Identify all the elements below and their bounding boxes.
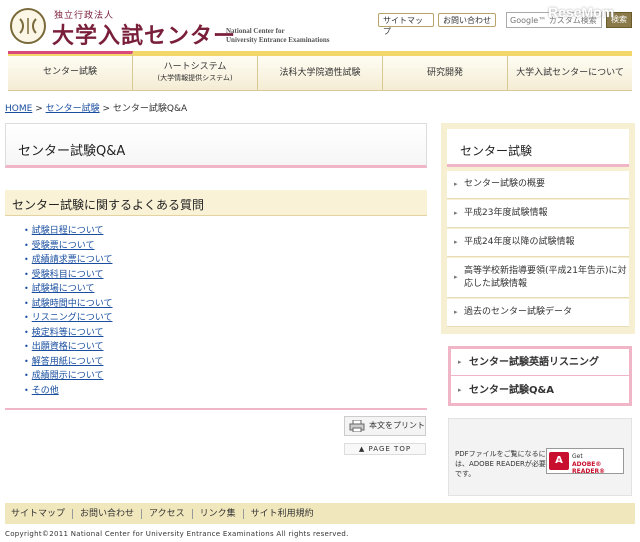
sidebar-item-label: 平成24年度以降の試験情報 — [464, 237, 575, 247]
featured-link-listening[interactable]: センター試験英語リスニング — [451, 349, 629, 376]
qa-link[interactable]: 試験時間中について — [32, 299, 113, 309]
logo-seal-icon[interactable] — [10, 8, 46, 44]
list-item: 解答用紙について — [24, 355, 112, 370]
footer-link-links[interactable]: リンク集 — [193, 508, 244, 519]
featured-links-box: センター試験英語リスニング センター試験Q&A — [448, 346, 632, 406]
sidebar-title-box: センター試験 — [447, 129, 629, 167]
gnav-sublabel: (大学情報提供システム) — [157, 74, 233, 82]
copyright-text: Copyright©2011 National Center for Unive… — [5, 530, 349, 538]
breadcrumb-separator: > — [35, 104, 43, 114]
qa-link[interactable]: リスニングについて — [32, 313, 113, 323]
list-item: 成績請求票について — [24, 253, 113, 268]
reader-label-text: ADOBE® READER® — [572, 461, 606, 475]
global-nav: センター試験 ハートシステム (大学情報提供システム) 法科大学院適性試験 研究… — [8, 51, 632, 91]
reader-get-text: Get — [572, 453, 583, 460]
sidebar-item-overview[interactable]: センター試験の概要 — [447, 171, 629, 199]
footer-link-sitemap[interactable]: サイトマップ — [11, 508, 74, 519]
sidebar-item-label: 平成23年度試験情報 — [464, 208, 548, 218]
qa-link[interactable]: 検定料等について — [32, 328, 104, 338]
adobe-reader-icon: A — [549, 452, 569, 470]
breadcrumb-home-link[interactable]: HOME — [5, 104, 32, 114]
qa-link[interactable]: 解答用紙について — [32, 357, 104, 367]
qa-link[interactable]: 受験科目について — [32, 270, 104, 280]
list-item: 検定料等について — [24, 326, 112, 341]
gnav-label: 大学入試センターについて — [516, 67, 624, 78]
featured-link-qa[interactable]: センター試験Q&A — [451, 377, 629, 404]
qa-link-list: 試験日程について 受験票について 成績請求票について 受験科目について 試験場に… — [24, 224, 113, 399]
printer-icon — [349, 420, 365, 432]
contact-button[interactable]: お問い合わせ — [438, 13, 496, 27]
list-item: 試験日程について — [24, 224, 112, 239]
gnav-research[interactable]: 研究開発 — [383, 56, 508, 90]
gnav-law-school-test[interactable]: 法科大学院適性試験 — [258, 56, 383, 90]
sitemap-button[interactable]: サイトマップ — [378, 13, 434, 36]
qa-link[interactable]: 成績請求票について — [32, 255, 113, 265]
gnav-about[interactable]: 大学入試センターについて — [508, 56, 632, 90]
sidebar-title: センター試験 — [460, 144, 533, 158]
footer-link-access[interactable]: アクセス — [142, 508, 193, 519]
gnav-label: センター試験 — [42, 66, 97, 77]
get-adobe-reader-badge[interactable]: A Get ADOBE® READER® — [546, 448, 624, 475]
pdf-notice-box: PDFファイルをご覧になるには、ADOBE READERが必要です。 A Get… — [448, 418, 632, 496]
section-title: センター試験に関するよくある質問 — [12, 198, 205, 212]
english-name-line2: University Entrance Examinations — [226, 36, 330, 44]
breadcrumb: HOME > センター試験 > センター試験Q&A — [5, 101, 187, 114]
footer-nav: サイトマップ お問い合わせ アクセス リンク集 サイト利用規約 — [5, 503, 635, 524]
footer-link-terms[interactable]: サイト利用規約 — [244, 509, 321, 519]
qa-link[interactable]: 出願資格について — [32, 342, 104, 352]
gnav-label: 研究開発 — [426, 67, 463, 78]
site-name-logo[interactable]: 大学入試センター — [52, 18, 236, 50]
gnav-label: ハートシステム — [163, 62, 227, 72]
list-item: 成績開示について — [24, 369, 112, 384]
page-title: センター試験Q&A — [18, 144, 126, 159]
sidebar-item-label: 過去のセンター試験データ — [464, 307, 573, 317]
list-item: 受験科目について — [24, 268, 112, 283]
gnav-heart-system[interactable]: ハートシステム (大学情報提供システム) — [133, 56, 258, 90]
qa-link[interactable]: 試験日程について — [32, 226, 104, 236]
list-item: その他 — [24, 384, 112, 399]
watermark-logo: ReseMom — [548, 4, 615, 20]
print-button-label: 本文をプリント — [369, 421, 425, 430]
sidebar-item-h23-info[interactable]: 平成23年度試験情報 — [447, 200, 629, 228]
qa-link[interactable]: 成績開示について — [32, 371, 104, 381]
breadcrumb-current: センター試験Q&A — [112, 104, 188, 114]
breadcrumb-parent-link[interactable]: センター試験 — [46, 104, 100, 114]
sidebar-item-h24-info[interactable]: 平成24年度以降の試験情報 — [447, 229, 629, 257]
gnav-label: 法科大学院適性試験 — [279, 67, 361, 78]
list-item: 出願資格について — [24, 340, 112, 355]
qa-link[interactable]: 受験票について — [32, 241, 95, 251]
sidebar-item-new-curriculum[interactable]: 高等学校新指導要領(平成21年告示)に対応した試験情報 — [447, 258, 629, 298]
page-title-box: センター試験Q&A — [5, 123, 427, 168]
list-item: リスニングについて — [24, 311, 113, 326]
list-item: 受験票について — [24, 239, 112, 254]
qa-link[interactable]: その他 — [32, 386, 59, 396]
english-name-line1: National Center for — [226, 27, 285, 35]
site-header: 独立行政法人 大学入試センター National Center for Univ… — [0, 0, 640, 50]
section-heading-box: センター試験に関するよくある質問 — [5, 190, 427, 216]
pdf-notice-text: PDFファイルをご覧になるには、ADOBE READERが必要です。 — [455, 450, 546, 478]
list-item: 試験場について — [24, 282, 112, 297]
print-button[interactable]: 本文をプリント — [344, 416, 426, 436]
qa-link[interactable]: 試験場について — [32, 284, 95, 294]
sidebar-panel: センター試験 センター試験の概要 平成23年度試験情報 平成24年度以降の試験情… — [441, 123, 635, 334]
page-top-button[interactable]: ▲ PAGE TOP — [344, 443, 426, 455]
list-item: 試験時間中について — [24, 297, 113, 312]
sidebar-item-label: 高等学校新指導要領(平成21年告示)に対応した試験情報 — [464, 265, 627, 289]
gnav-center-exam[interactable]: センター試験 — [8, 51, 133, 90]
footer-link-contact[interactable]: お問い合わせ — [73, 508, 143, 519]
section-divider — [5, 408, 427, 410]
sidebar-item-past-data[interactable]: 過去のセンター試験データ — [447, 299, 629, 327]
breadcrumb-separator: > — [102, 104, 111, 114]
sidebar-item-label: センター試験の概要 — [464, 179, 546, 189]
